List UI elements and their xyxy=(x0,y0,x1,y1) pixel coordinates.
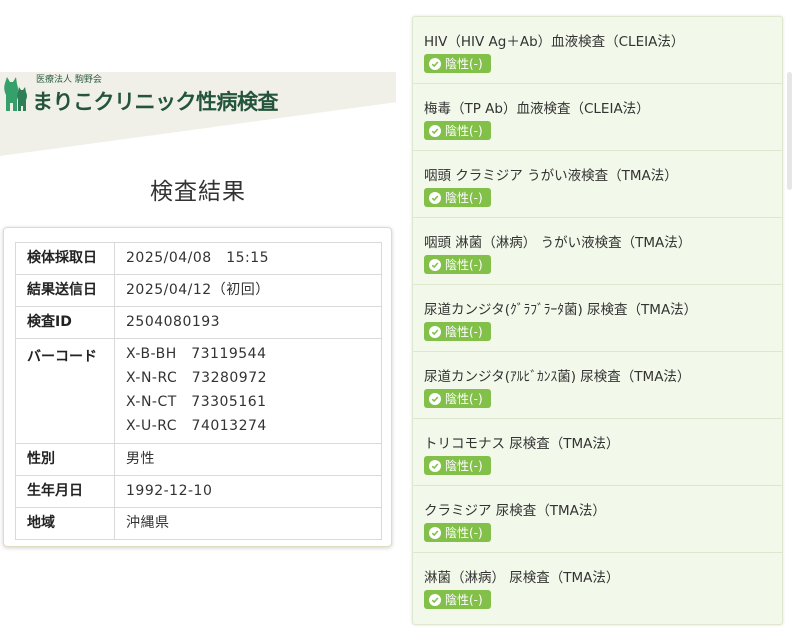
test-name: 梅毒（TP Ab）血液検査（CLEIA法） xyxy=(424,101,650,117)
collection-date-value: 2025/04/08 15:15 xyxy=(114,242,382,275)
barcode-value: X-N-CT 73305161 xyxy=(126,394,267,410)
patient-info-card: 検体採取日 2025/04/08 15:15 結果送信日 2025/04/12（… xyxy=(3,227,392,547)
check-circle-icon xyxy=(429,325,441,338)
check-circle-icon xyxy=(429,258,441,271)
page-title: 検査結果 xyxy=(150,179,246,205)
check-circle-icon xyxy=(429,593,441,606)
check-circle-icon xyxy=(429,191,441,204)
result-status: 陰性(-) xyxy=(445,325,483,339)
test-id-label: 検査ID xyxy=(15,306,115,339)
info-row-barcode: バーコード X-B-BH 73119544 X-N-RC 73280972 X-… xyxy=(15,338,382,444)
negative-result-badge: 陰性(-) xyxy=(424,322,491,341)
negative-result-badge: 陰性(-) xyxy=(424,590,491,609)
result-item: 尿道カンジタ(ｸﾞﾗﾌﾞﾗｰﾀ菌) 尿検査（TMA法） 陰性(-) xyxy=(413,285,782,352)
test-name: 尿道カンジタ(ｸﾞﾗﾌﾞﾗｰﾀ菌) 尿検査（TMA法） xyxy=(424,302,698,318)
result-status: 陰性(-) xyxy=(445,124,483,138)
test-name: 淋菌（淋病） 尿検査（TMA法） xyxy=(424,570,620,586)
result-item: トリコモナス 尿検査（TMA法） 陰性(-) xyxy=(413,419,782,486)
info-row-test-id: 検査ID 2504080193 xyxy=(15,306,382,339)
result-status: 陰性(-) xyxy=(445,459,483,473)
info-row-sent-date: 結果送信日 2025/04/12（初回） xyxy=(15,274,382,307)
barcode-value: X-N-RC 73280972 xyxy=(126,370,268,386)
clinic-corporation-name: 医療法人 駒野会 xyxy=(36,74,102,85)
info-row-birthdate: 生年月日 1992-12-10 xyxy=(15,475,382,508)
barcode-values: X-B-BH 73119544 X-N-RC 73280972 X-N-CT 7… xyxy=(114,338,382,444)
result-status: 陰性(-) xyxy=(445,57,483,71)
result-status: 陰性(-) xyxy=(445,258,483,272)
negative-result-badge: 陰性(-) xyxy=(424,54,491,73)
barcode-label: バーコード xyxy=(15,338,115,444)
sex-value: 男性 xyxy=(114,443,382,476)
info-row-collection-date: 検体採取日 2025/04/08 15:15 xyxy=(15,242,382,275)
result-item: 尿道カンジタ(ｱﾙﾋﾞｶﾝｽ菌) 尿検査（TMA法） 陰性(-) xyxy=(413,352,782,419)
result-status: 陰性(-) xyxy=(445,526,483,540)
cat-logo-icon xyxy=(4,76,27,111)
negative-result-badge: 陰性(-) xyxy=(424,255,491,274)
clinic-name: まりこクリニック性病検査 xyxy=(32,89,279,114)
result-item: クラミジア 尿検査（TMA法） 陰性(-) xyxy=(413,486,782,553)
negative-result-badge: 陰性(-) xyxy=(424,523,491,542)
barcode-value: X-U-RC 74013274 xyxy=(126,418,267,434)
info-row-region: 地域 沖縄県 xyxy=(15,507,382,540)
sent-date-label: 結果送信日 xyxy=(15,274,115,307)
test-name: トリコモナス 尿検査（TMA法） xyxy=(424,436,620,452)
test-name: クラミジア 尿検査（TMA法） xyxy=(424,503,606,519)
test-name: 咽頭 クラミジア うがい液検査（TMA法） xyxy=(424,168,678,184)
negative-result-badge: 陰性(-) xyxy=(424,188,491,207)
test-name: HIV（HIV Ag＋Ab）血液検査（CLEIA法） xyxy=(424,34,685,50)
test-name: 尿道カンジタ(ｱﾙﾋﾞｶﾝｽ菌) 尿検査（TMA法） xyxy=(424,369,691,385)
region-label: 地域 xyxy=(15,507,115,540)
scrollbar[interactable] xyxy=(787,72,792,190)
patient-info-table: 検体採取日 2025/04/08 15:15 結果送信日 2025/04/12（… xyxy=(15,242,382,540)
sex-label: 性別 xyxy=(15,443,115,476)
test-id-value: 2504080193 xyxy=(114,306,382,339)
info-row-sex: 性別 男性 xyxy=(15,443,382,476)
check-circle-icon xyxy=(429,57,441,70)
check-circle-icon xyxy=(429,392,441,405)
sent-date-value: 2025/04/12（初回） xyxy=(114,274,382,307)
negative-result-badge: 陰性(-) xyxy=(424,389,491,408)
check-circle-icon xyxy=(429,526,441,539)
result-item: 淋菌（淋病） 尿検査（TMA法） 陰性(-) xyxy=(413,553,782,619)
result-status: 陰性(-) xyxy=(445,191,483,205)
check-circle-icon xyxy=(429,459,441,472)
result-status: 陰性(-) xyxy=(445,593,483,607)
birthdate-label: 生年月日 xyxy=(15,475,115,508)
result-item: HIV（HIV Ag＋Ab）血液検査（CLEIA法） 陰性(-) xyxy=(413,17,782,84)
negative-result-badge: 陰性(-) xyxy=(424,121,491,140)
result-item: 咽頭 クラミジア うがい液検査（TMA法） 陰性(-) xyxy=(413,151,782,218)
result-item: 咽頭 淋菌（淋病） うがい液検査（TMA法） 陰性(-) xyxy=(413,218,782,285)
birthdate-value: 1992-12-10 xyxy=(114,475,382,508)
check-circle-icon xyxy=(429,124,441,137)
collection-date-label: 検体採取日 xyxy=(15,242,115,275)
region-value: 沖縄県 xyxy=(114,507,382,540)
result-item: 梅毒（TP Ab）血液検査（CLEIA法） 陰性(-) xyxy=(413,84,782,151)
result-status: 陰性(-) xyxy=(445,392,483,406)
test-name: 咽頭 淋菌（淋病） うがい液検査（TMA法） xyxy=(424,235,692,251)
test-results-panel[interactable]: HIV（HIV Ag＋Ab）血液検査（CLEIA法） 陰性(-) 梅毒（TP A… xyxy=(412,16,783,625)
clinic-logo[interactable]: 医療法人 駒野会 まりこクリニック性病検査 xyxy=(2,72,279,117)
barcode-value: X-B-BH 73119544 xyxy=(126,346,267,362)
negative-result-badge: 陰性(-) xyxy=(424,456,491,475)
